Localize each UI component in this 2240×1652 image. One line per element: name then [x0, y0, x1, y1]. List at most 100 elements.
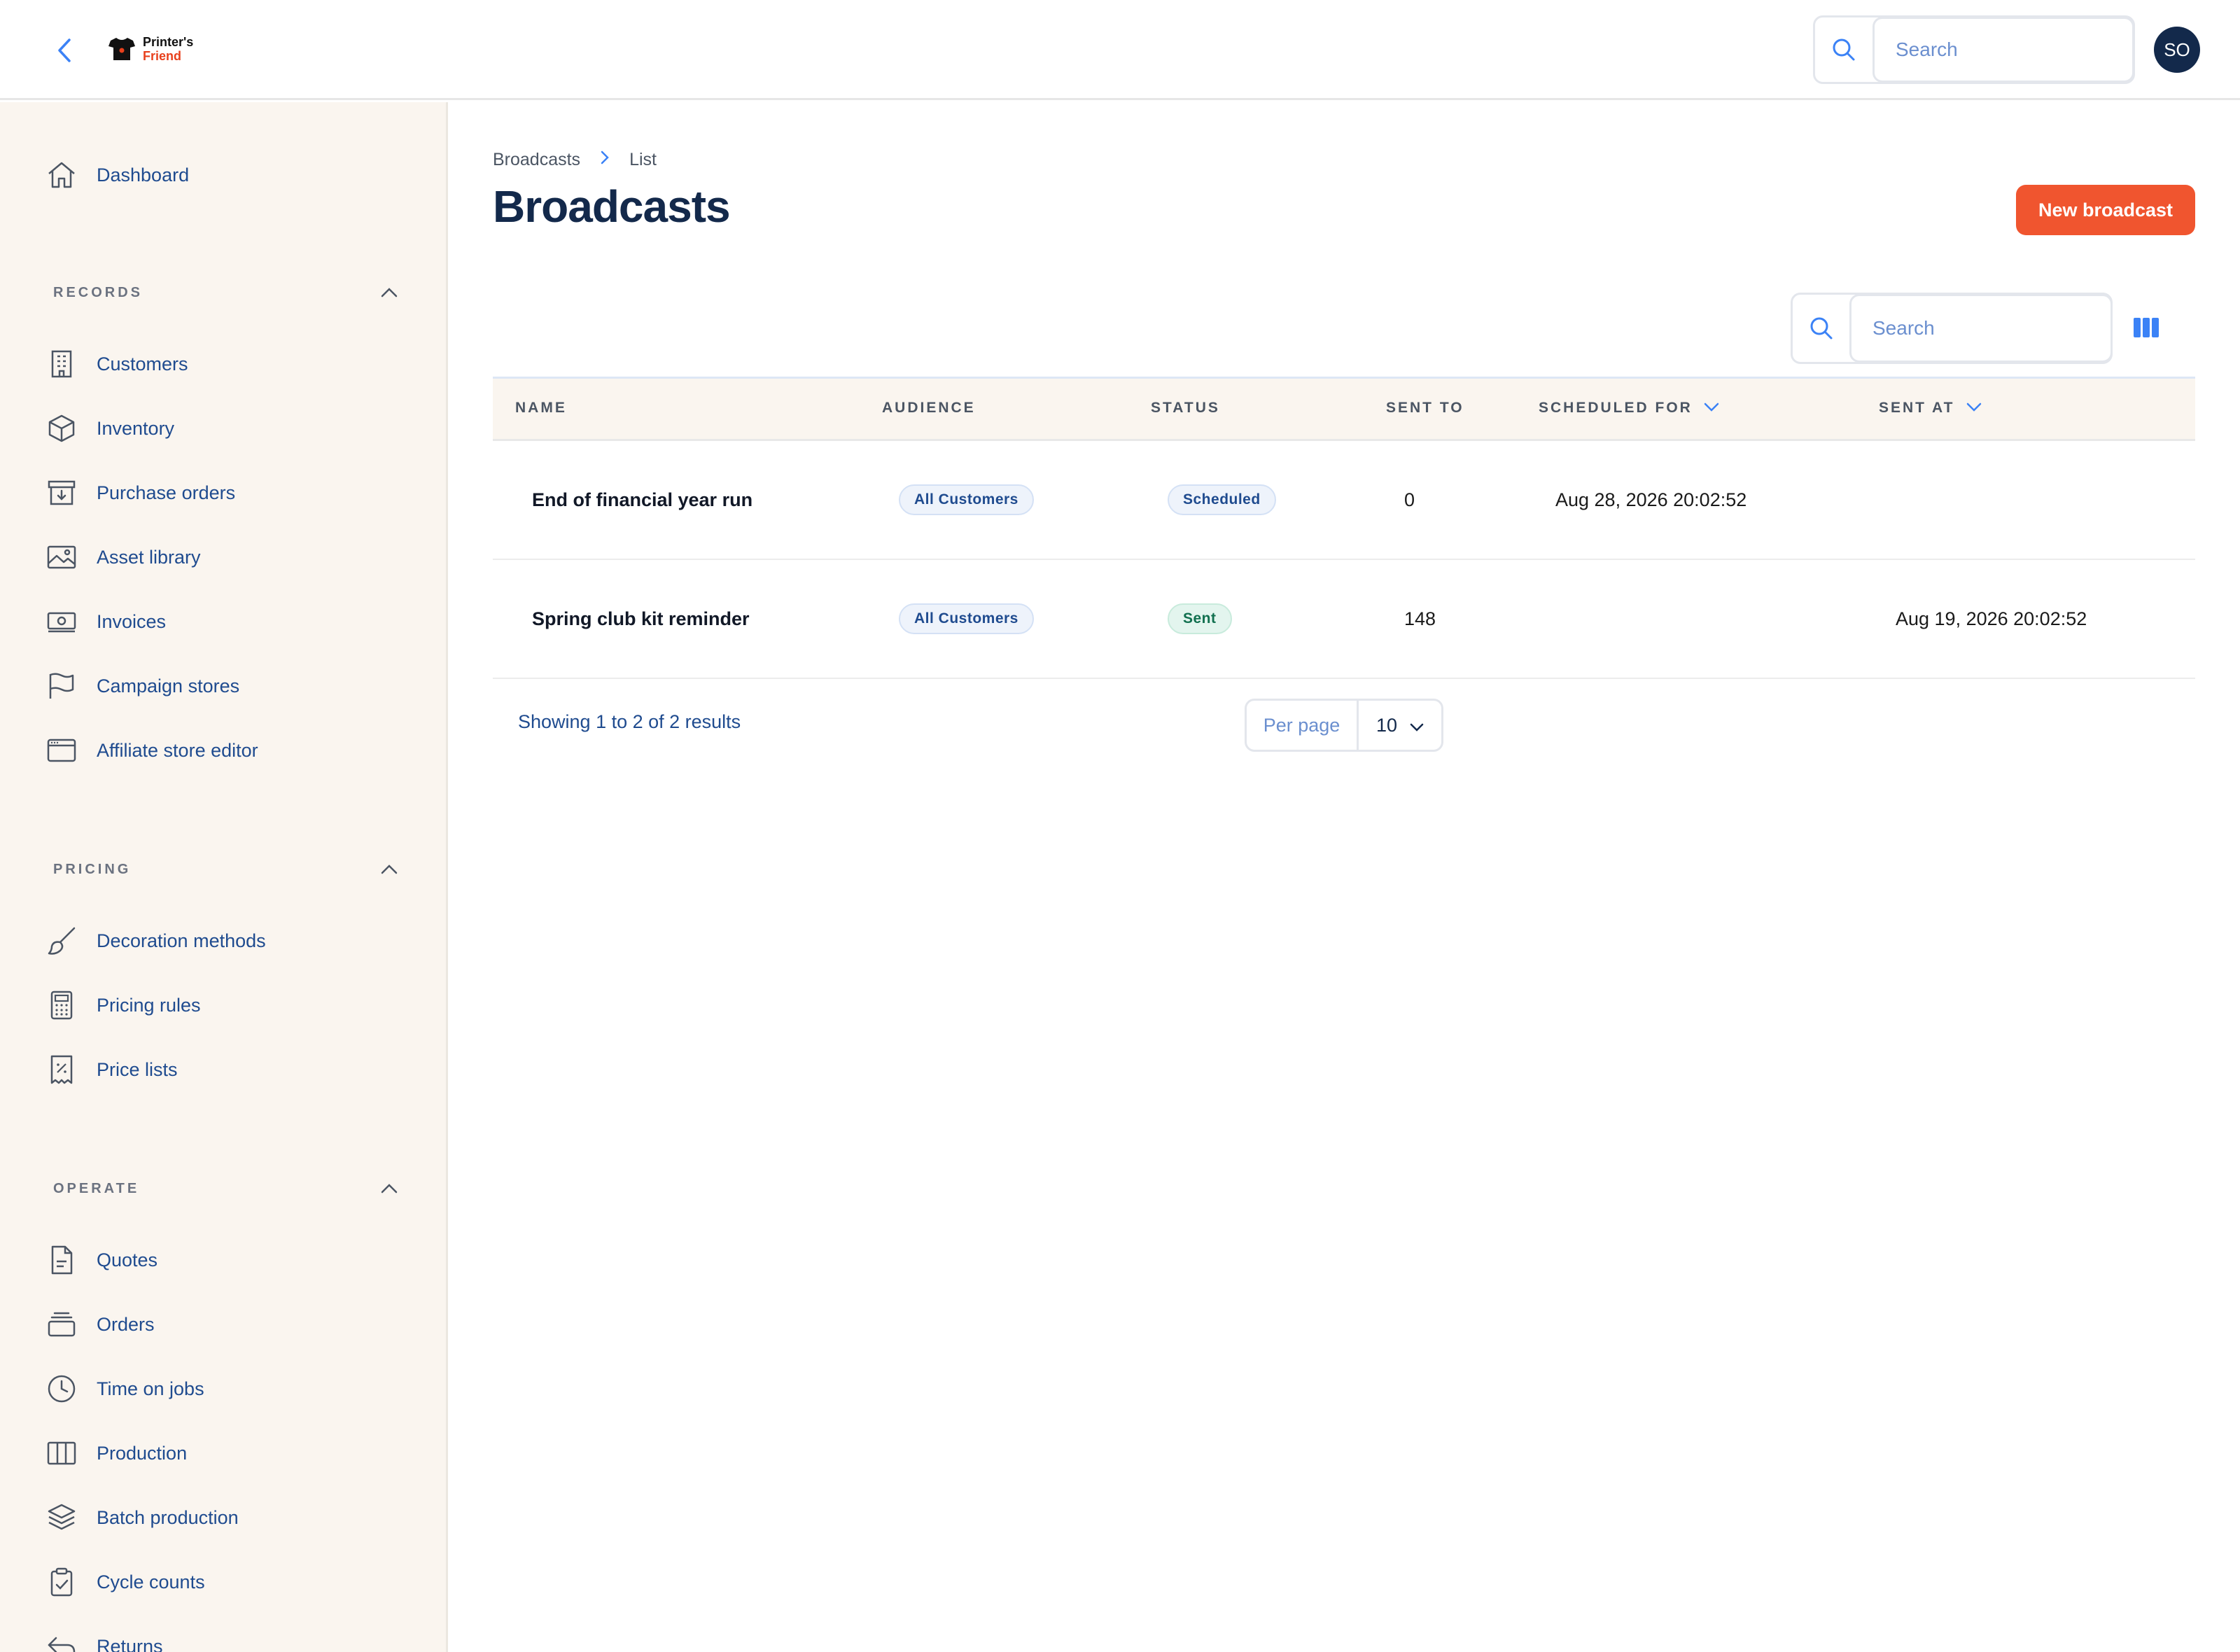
audience-cell: All Customers [899, 441, 1034, 559]
sidebar-item-label: Returns [97, 1635, 163, 1652]
sent-to-value: 148 [1404, 608, 1436, 629]
breadcrumb-list: List [629, 150, 657, 169]
sidebar-item-customers[interactable]: Customers [45, 347, 188, 381]
sidebar-item-dashboard[interactable]: Dashboard [45, 158, 189, 192]
sidebar-item-label: Production [97, 1442, 188, 1464]
archive-download-icon [45, 476, 78, 510]
chevron-up-icon[interactable] [375, 1175, 403, 1203]
sidebar: Dashboard RECORDS Customers Inventory Pu… [0, 102, 448, 1652]
status-cell: Sent [1168, 560, 1232, 678]
results-summary: Showing 1 to 2 of 2 results [518, 711, 741, 732]
sidebar-item-affiliate-store-editor[interactable]: Affiliate store editor [45, 734, 258, 767]
sidebar-item-label: Decoration methods [97, 930, 266, 951]
column-toggle-icon[interactable] [2131, 314, 2162, 342]
sidebar-item-campaign-stores[interactable]: Campaign stores [45, 669, 239, 703]
logo[interactable]: Printer's Friend [108, 35, 193, 63]
sidebar-item-returns[interactable]: Returns [45, 1630, 163, 1652]
sidebar-item-label: Pricing rules [97, 994, 201, 1016]
breadcrumb-broadcasts[interactable]: Broadcasts [493, 150, 580, 170]
return-arrow-icon [45, 1630, 78, 1652]
sidebar-item-pricing-rules[interactable]: Pricing rules [45, 988, 201, 1022]
broadcast-name: Spring club kit reminder [532, 608, 750, 629]
back-chevron-icon[interactable] [50, 35, 78, 66]
per-page-control: Per page 10 [1245, 699, 1443, 752]
sidebar-item-label: Batch production [97, 1506, 239, 1528]
logo-text-line1: Printer's [143, 35, 194, 49]
flag-icon [45, 669, 78, 703]
receipt-percent-icon [45, 1053, 78, 1086]
sent-to-value: 0 [1404, 489, 1415, 510]
sidebar-item-production[interactable]: Production [45, 1436, 187, 1470]
sidebar-item-label: Inventory [97, 417, 175, 439]
sidebar-item-price-lists[interactable]: Price lists [45, 1053, 178, 1086]
clock-icon [45, 1372, 78, 1406]
sidebar-item-purchase-orders[interactable]: Purchase orders [45, 476, 235, 510]
table-row[interactable]: Spring club kit reminder All Customers S… [493, 560, 2195, 679]
sidebar-item-label: Cycle counts [97, 1571, 205, 1592]
sidebar-item-cycle-counts[interactable]: Cycle counts [45, 1565, 205, 1599]
top-bar: Printer's Friend SO [0, 0, 2240, 100]
per-page-label: Per page [1247, 701, 1359, 750]
sidebar-item-quotes[interactable]: Quotes [45, 1243, 158, 1277]
sidebar-item-label: Asset library [97, 546, 201, 568]
sidebar-item-label: Campaign stores [97, 675, 240, 696]
sidebar-item-batch-production[interactable]: Batch production [45, 1501, 239, 1534]
sidebar-item-inventory[interactable]: Inventory [45, 412, 174, 445]
table-row[interactable]: End of financial year run All Customers … [493, 441, 2195, 560]
column-header-label: SCHEDULED FOR [1539, 400, 1693, 416]
section-header-operate: OPERATE [53, 1175, 403, 1203]
paintbrush-icon [45, 924, 78, 958]
columns-icon [45, 1436, 78, 1470]
banknote-icon [45, 605, 78, 638]
chevron-right-icon [600, 150, 610, 170]
chevron-down-icon [1410, 715, 1424, 736]
building-icon [45, 347, 78, 381]
table-search-input[interactable] [1849, 294, 2113, 363]
breadcrumb: Broadcasts List [493, 150, 657, 170]
sidebar-item-label: Time on jobs [97, 1378, 204, 1399]
new-broadcast-button[interactable]: New broadcast [2016, 185, 2195, 235]
column-header-sent-at[interactable]: SENT AT [1879, 400, 1982, 416]
section-label: OPERATE [53, 1180, 140, 1196]
sidebar-item-invoices[interactable]: Invoices [45, 605, 166, 638]
sidebar-item-label: Affiliate store editor [97, 739, 258, 761]
scheduled-for-value: Aug 28, 2026 20:02:52 [1555, 489, 1747, 510]
broadcast-name: End of financial year run [532, 489, 753, 510]
table-search [1791, 293, 2113, 364]
section-label: RECORDS [53, 284, 144, 300]
document-icon [45, 1243, 78, 1277]
global-search [1813, 15, 2135, 84]
table-header: NAME AUDIENCE STATUS SENT TO SCHEDULED F… [493, 377, 2195, 441]
column-header-label: SENT AT [1879, 400, 1955, 416]
column-header-scheduled-for[interactable]: SCHEDULED FOR [1539, 400, 1719, 416]
global-search-input[interactable] [1872, 17, 2134, 83]
per-page-value: 10 [1376, 714, 1398, 736]
chevron-up-icon[interactable] [375, 279, 403, 307]
home-icon [45, 158, 78, 192]
image-icon [45, 540, 78, 574]
browser-window-icon [45, 734, 78, 767]
per-page-select[interactable]: 10 [1359, 701, 1441, 750]
column-header-name: NAME [515, 400, 567, 416]
section-header-records: RECORDS [53, 279, 403, 307]
user-avatar[interactable]: SO [2154, 27, 2200, 73]
sidebar-item-label: Dashboard [97, 164, 190, 186]
cube-icon [45, 412, 78, 445]
search-icon [1793, 295, 1849, 362]
chevron-up-icon[interactable] [375, 855, 403, 883]
chevron-down-icon [1966, 400, 1982, 416]
status-badge: Scheduled [1168, 484, 1276, 515]
sent-at-value: Aug 19, 2026 20:02:52 [1896, 608, 2087, 629]
column-header-sent-to: SENT TO [1386, 400, 1464, 416]
audience-badge: All Customers [899, 484, 1034, 515]
sidebar-item-asset-library[interactable]: Asset library [45, 540, 201, 574]
sidebar-item-time-on-jobs[interactable]: Time on jobs [45, 1372, 204, 1406]
sidebar-item-label: Customers [97, 353, 188, 374]
column-header-audience: AUDIENCE [882, 400, 976, 416]
column-header-status: STATUS [1151, 400, 1220, 416]
sidebar-item-orders[interactable]: Orders [45, 1308, 155, 1341]
calculator-icon [45, 988, 78, 1022]
sidebar-item-label: Price lists [97, 1058, 178, 1080]
sidebar-item-label: Invoices [97, 610, 167, 632]
sidebar-item-decoration-methods[interactable]: Decoration methods [45, 924, 266, 958]
